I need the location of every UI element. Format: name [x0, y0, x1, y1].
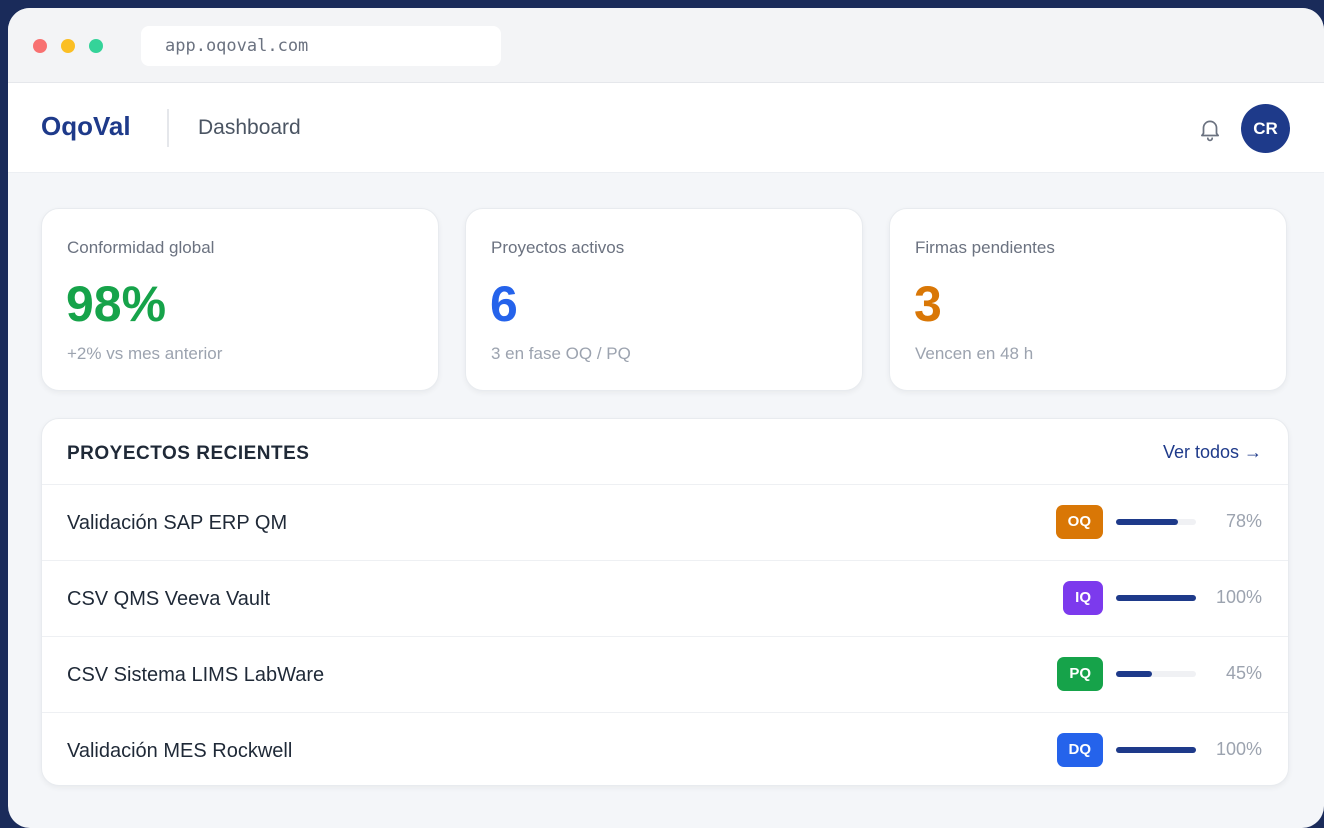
- close-window-dot[interactable]: [33, 39, 47, 53]
- stat-subtext: Vencen en 48 h: [915, 344, 1034, 363]
- progress-percent: 45%: [1225, 663, 1262, 683]
- progress-percent: 100%: [1215, 587, 1262, 607]
- stat-value: 98%: [66, 276, 167, 332]
- project-row[interactable]: CSV QMS Veeva Vault IQ 100%: [42, 561, 1288, 637]
- project-row[interactable]: Validación SAP ERP QM OQ 78%: [42, 485, 1288, 561]
- progress-fill: [1116, 595, 1196, 601]
- progress-percent: 100%: [1215, 739, 1262, 759]
- recent-projects-header: PROYECTOS RECIENTES Ver todos →: [42, 419, 1288, 485]
- recent-projects-title: PROYECTOS RECIENTES: [67, 443, 310, 464]
- view-all-link[interactable]: Ver todos →: [1163, 442, 1262, 463]
- phase-badge: IQ: [1063, 581, 1103, 615]
- recent-projects-panel: PROYECTOS RECIENTES Ver todos → Validaci…: [41, 418, 1289, 786]
- phase-badge: OQ: [1055, 505, 1103, 539]
- project-row[interactable]: CSV Sistema LIMS LabWare PQ 45%: [42, 637, 1288, 713]
- stat-label: Conformidad global: [67, 238, 215, 257]
- project-name: Validación SAP ERP QM: [67, 512, 288, 534]
- minimize-window-dot[interactable]: [61, 39, 75, 53]
- app-header: OqoVal Dashboard CR: [8, 83, 1324, 173]
- maximize-window-dot[interactable]: [89, 39, 103, 53]
- progress-bar: [1116, 595, 1196, 601]
- progress-bar: [1116, 747, 1196, 753]
- stat-card-proyectos: Proyectos activos 6 3 en fase OQ / PQ: [465, 208, 863, 391]
- project-name: CSV QMS Veeva Vault: [67, 588, 271, 610]
- progress-fill: [1116, 747, 1196, 753]
- project-name: CSV Sistema LIMS LabWare: [67, 664, 325, 686]
- notification-bell-icon[interactable]: [1197, 116, 1223, 142]
- stat-subtext: 3 en fase OQ / PQ: [491, 344, 631, 363]
- phase-badge: PQ: [1057, 657, 1103, 691]
- address-bar[interactable]: app.oqoval.com: [141, 26, 501, 66]
- phase-badge: DQ: [1056, 733, 1103, 767]
- page-title: Dashboard: [198, 116, 301, 139]
- project-row[interactable]: Validación MES Rockwell DQ 100%: [42, 713, 1288, 789]
- stat-card-firmas: Firmas pendientes 3 Vencen en 48 h: [889, 208, 1287, 391]
- stat-card-conformidad: Conformidad global 98% +2% vs mes anteri…: [41, 208, 439, 391]
- stat-label: Firmas pendientes: [915, 238, 1055, 257]
- stat-value: 3: [914, 276, 942, 332]
- progress-bar: [1116, 519, 1196, 525]
- user-avatar[interactable]: CR: [1241, 104, 1290, 153]
- progress-fill: [1116, 519, 1179, 525]
- progress-percent: 78%: [1225, 511, 1262, 531]
- browser-chrome: app.oqoval.com: [8, 8, 1324, 83]
- app-logo[interactable]: OqoVal: [41, 111, 131, 142]
- browser-window: app.oqoval.com OqoVal Dashboard CR Confo…: [8, 8, 1324, 828]
- stat-label: Proyectos activos: [491, 238, 625, 257]
- progress-fill: [1116, 671, 1152, 677]
- project-name: Validación MES Rockwell: [67, 740, 293, 762]
- progress-bar: [1116, 671, 1196, 677]
- header-divider: [167, 109, 169, 147]
- stat-subtext: +2% vs mes anterior: [67, 344, 223, 363]
- stat-value: 6: [490, 276, 518, 332]
